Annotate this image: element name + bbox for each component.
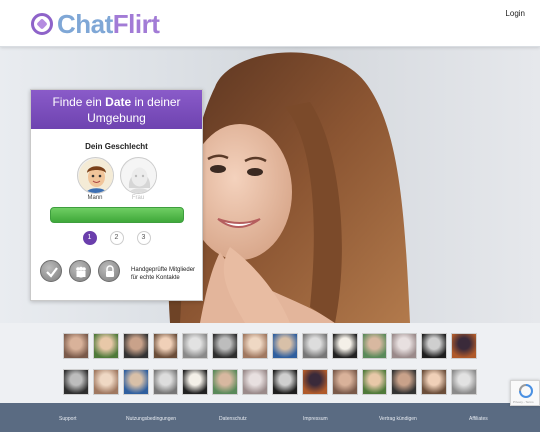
gallery-thumbnail[interactable] — [361, 369, 388, 395]
gallery-thumbnail[interactable] — [301, 369, 328, 395]
gallery-thumbnail[interactable] — [421, 369, 448, 395]
trust-badge-text: Handgeprüfte Mitglieder für echte Kontak… — [131, 267, 196, 281]
gallery-thumbnail[interactable] — [361, 333, 388, 359]
lock-badge-icon — [98, 260, 120, 282]
gallery-thumbnail[interactable] — [122, 333, 149, 359]
card-headline: Finde ein Date in deiner Umgebung — [31, 90, 202, 129]
gallery-thumbnail[interactable] — [451, 333, 478, 359]
gallery-thumbnail[interactable] — [421, 333, 448, 359]
gallery-thumbnail[interactable] — [272, 333, 298, 359]
recaptcha-icon — [519, 384, 533, 398]
trust-badges — [40, 260, 120, 282]
gallery-thumbnail[interactable] — [92, 369, 119, 395]
step-1: 1 — [82, 231, 97, 245]
footer-link-support[interactable]: Support — [59, 416, 77, 422]
male-avatar-icon — [76, 157, 114, 194]
gallery-thumbnail[interactable] — [92, 333, 119, 359]
gallery-thumbnail[interactable] — [122, 369, 149, 395]
logo-heart-icon — [31, 13, 53, 35]
registration-card: Finde ein Date in deiner Umgebung Dein G… — [30, 89, 203, 301]
gallery-thumbnail[interactable] — [212, 369, 239, 395]
gallery-thumbnail[interactable] — [301, 333, 328, 359]
gallery-thumbnail[interactable] — [391, 333, 418, 359]
gallery-thumbnail[interactable] — [451, 369, 478, 395]
gallery-row-2 — [63, 369, 478, 395]
gallery-thumbnail[interactable] — [152, 369, 179, 395]
gender-option-female[interactable]: Frau — [119, 157, 157, 201]
gender-option-male[interactable]: Mann — [76, 157, 114, 201]
gallery-thumbnail[interactable] — [63, 369, 89, 395]
step-indicator: 1 2 3 — [31, 231, 202, 245]
recaptcha-badge[interactable]: Privacy - Terms — [510, 380, 540, 406]
gallery-thumbnail[interactable] — [391, 369, 418, 395]
gallery-row-1 — [63, 333, 478, 359]
gallery-thumbnail[interactable] — [242, 333, 269, 359]
logo-text: ChatFlirt — [57, 8, 160, 39]
gender-title: Dein Geschlecht — [85, 142, 148, 151]
checkmark-badge-icon — [40, 260, 62, 282]
gallery-thumbnail[interactable] — [331, 369, 358, 395]
gallery-thumbnail[interactable] — [212, 333, 239, 359]
member-gallery — [63, 333, 478, 405]
male-label: Mann — [87, 195, 103, 201]
female-avatar-icon — [119, 157, 157, 194]
members-badge-icon — [69, 260, 91, 282]
gallery-thumbnail[interactable] — [331, 333, 358, 359]
female-label: Frau — [131, 195, 145, 201]
site-header: ChatFlirt Login — [0, 0, 540, 47]
gallery-thumbnail[interactable] — [242, 369, 269, 395]
gallery-thumbnail[interactable] — [152, 333, 179, 359]
gallery-thumbnail[interactable] — [272, 369, 298, 395]
login-link[interactable]: Login — [505, 9, 525, 18]
gallery-thumbnail[interactable] — [182, 333, 209, 359]
footer-link-terms[interactable]: Nutzungsbedingungen — [126, 416, 176, 422]
step-3: 3 — [136, 231, 151, 245]
gender-selector: Mann Frau — [31, 157, 202, 201]
gallery-thumbnail[interactable] — [182, 369, 209, 395]
site-footer: Support Nutzungsbedingungen Datenschutz … — [0, 403, 540, 432]
recaptcha-text: Privacy - Terms — [513, 400, 534, 404]
gallery-thumbnail[interactable] — [63, 333, 89, 359]
step-2: 2 — [109, 231, 124, 245]
chatflirt-logo[interactable]: ChatFlirt — [31, 8, 160, 39]
footer-link-affiliates[interactable]: Affiliates — [469, 416, 488, 422]
footer-link-imprint[interactable]: Impressum — [303, 416, 328, 422]
footer-link-privacy[interactable]: Datenschutz — [219, 416, 247, 422]
continue-button[interactable] — [49, 207, 184, 223]
footer-link-cancel[interactable]: Vertrag kündigen — [379, 416, 417, 422]
